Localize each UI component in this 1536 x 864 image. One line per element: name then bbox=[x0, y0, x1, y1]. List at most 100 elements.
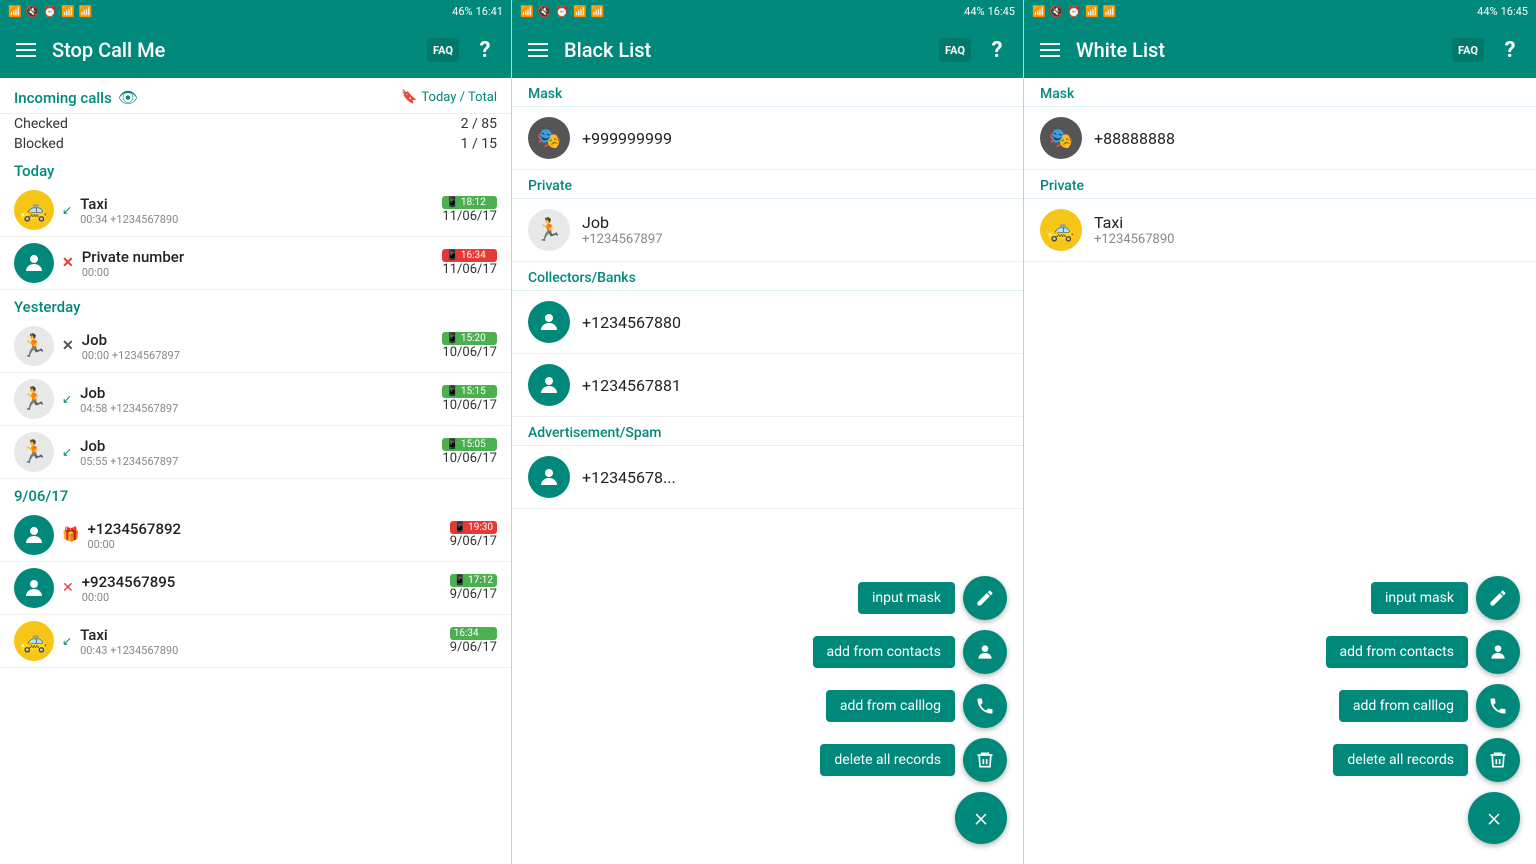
call-row-taxi-906[interactable]: 🚕 ↙ Taxi 00:43 +1234567890 16:34 9/06/17 bbox=[0, 615, 511, 668]
status-info-right-2: 44% 16:45 bbox=[964, 5, 1015, 18]
call-name-job-2: Job bbox=[80, 384, 434, 402]
input-mask-icon-btn-2[interactable] bbox=[963, 576, 1007, 620]
avatar-taxi-906: 🚕 bbox=[14, 621, 54, 661]
call-info-taxi-1: Taxi 00:34 +1234567890 bbox=[80, 195, 434, 226]
add-calllog-button-2[interactable]: add from calllog bbox=[826, 690, 955, 722]
status-icons-left-2: 📶 🔇 ⏰ 📶 📶 bbox=[520, 5, 605, 18]
add-contacts-icon-btn-3[interactable] bbox=[1476, 630, 1520, 674]
call-row-taxi-today[interactable]: 🚕 ↙ Taxi 00:34 +1234567890 📱 18:12 11/06… bbox=[0, 184, 511, 237]
call-row-num895[interactable]: ✕ +9234567895 00:00 📱 17:12 9/06/17 bbox=[0, 562, 511, 615]
list-item-880-info: +1234567880 bbox=[582, 313, 1007, 332]
section-ads-bl: Advertisement/Spam bbox=[512, 417, 1023, 446]
list-item-ads[interactable]: +12345678... bbox=[512, 446, 1023, 509]
call-sub-895: 00:00 bbox=[82, 591, 442, 604]
avatar-num892 bbox=[14, 515, 54, 555]
delete-all-button-2[interactable]: delete all records bbox=[820, 744, 955, 776]
section-mask-wl: Mask bbox=[1024, 78, 1536, 107]
call-date-892: 9/06/17 bbox=[450, 534, 497, 549]
section-private-bl: Private bbox=[512, 170, 1023, 199]
close-fab-btn-2[interactable]: × bbox=[955, 792, 1007, 844]
delete-all-icon-btn-3[interactable] bbox=[1476, 738, 1520, 782]
call-sub-taxi-906: 00:43 +1234567890 bbox=[80, 644, 442, 657]
badge-job-1: 📱 15:20 bbox=[442, 332, 497, 345]
call-arrow-job-3: ↙ bbox=[62, 445, 72, 459]
add-calllog-icon-btn-3[interactable] bbox=[1476, 684, 1520, 728]
screen-black-list: 📶 🔇 ⏰ 📶 📶 44% 16:45 Black List FAQ ? Mas… bbox=[512, 0, 1024, 864]
input-mask-icon-btn-3[interactable] bbox=[1476, 576, 1520, 620]
delete-all-button-3[interactable]: delete all records bbox=[1333, 744, 1468, 776]
app-title-2: Black List bbox=[564, 38, 927, 62]
alarm-icon-3: ⏰ bbox=[1067, 5, 1081, 18]
faq-icon[interactable]: FAQ bbox=[427, 38, 459, 62]
call-row-job-3[interactable]: 🏃 ↙ Job 05:55 +1234567897 📱 15:05 10/06/… bbox=[0, 426, 511, 479]
list-item-mask[interactable]: 🎭 +999999999 bbox=[512, 107, 1023, 170]
status-icons-left: 📶 🔇 ⏰ 📶 📶 bbox=[8, 5, 93, 18]
list-item-mask-wl-info: +88888888 bbox=[1094, 129, 1520, 148]
input-mask-button-2[interactable]: input mask bbox=[858, 582, 955, 614]
call-date-private: 11/06/17 bbox=[442, 262, 497, 277]
add-calllog-button-3[interactable]: add from calllog bbox=[1339, 690, 1468, 722]
call-row-job-1[interactable]: 🏃 ✕ Job 00:00 +1234567897 📱 15:20 10/06/… bbox=[0, 320, 511, 373]
list-item-mask-wl[interactable]: 🎭 +88888888 bbox=[1024, 107, 1536, 170]
add-contacts-button-2[interactable]: add from contacts bbox=[813, 636, 955, 668]
menu-icon[interactable] bbox=[12, 36, 40, 64]
alarm-icon: ⏰ bbox=[43, 5, 57, 18]
alarm-icon-2: ⏰ bbox=[555, 5, 569, 18]
call-time-job-1: 📱 15:20 10/06/17 bbox=[442, 332, 497, 360]
call-row-private[interactable]: ✕ Private number 00:00 📱 16:34 11/06/17 bbox=[0, 237, 511, 290]
section-mask-bl: Mask bbox=[512, 78, 1023, 107]
bookmark-icon: 🔖 bbox=[401, 90, 417, 105]
call-info-taxi-906: Taxi 00:43 +1234567890 bbox=[80, 626, 442, 657]
list-item-taxi-wl[interactable]: 🚕 Taxi +1234567890 bbox=[1024, 199, 1536, 262]
battery-text: 46% bbox=[452, 5, 472, 18]
section-today: Today bbox=[0, 154, 511, 184]
badge-taxi-1: 📱 18:12 bbox=[442, 196, 497, 209]
menu-icon-2[interactable] bbox=[524, 36, 552, 64]
today-total-text: Today / Total bbox=[421, 90, 497, 105]
add-calllog-icon-btn-2[interactable] bbox=[963, 684, 1007, 728]
incoming-label: Incoming calls 👁 bbox=[14, 88, 138, 107]
avatar-num895 bbox=[14, 568, 54, 608]
delete-all-icon-btn-2[interactable] bbox=[963, 738, 1007, 782]
avatar-881 bbox=[528, 364, 570, 406]
add-contacts-icon-btn-2[interactable] bbox=[963, 630, 1007, 674]
list-item-taxi-wl-name: Taxi bbox=[1094, 213, 1520, 232]
x-icon-895: ✕ bbox=[62, 580, 74, 596]
app-title-3: White List bbox=[1076, 38, 1440, 62]
fab-row-calllog-2: add from calllog bbox=[826, 684, 1007, 728]
list-item-880[interactable]: +1234567880 bbox=[512, 291, 1023, 354]
app-bar-3: White List FAQ ? bbox=[1024, 22, 1536, 78]
content-3: Mask 🎭 +88888888 Private 🚕 Taxi +1234567… bbox=[1024, 78, 1536, 864]
help-icon-2[interactable]: ? bbox=[983, 36, 1011, 64]
close-fab-btn-3[interactable]: × bbox=[1468, 792, 1520, 844]
input-mask-button-3[interactable]: input mask bbox=[1371, 582, 1468, 614]
status-bar-2: 📶 🔇 ⏰ 📶 📶 44% 16:45 bbox=[512, 0, 1023, 22]
list-item-881[interactable]: +1234567881 bbox=[512, 354, 1023, 417]
screen-white-list: 📶 🔇 ⏰ 📶 📶 44% 16:45 White List FAQ ? Mas… bbox=[1024, 0, 1536, 864]
fab-row-contacts-2: add from contacts bbox=[813, 630, 1007, 674]
mute-icon-3: 🔇 bbox=[1050, 5, 1064, 18]
fab-row-calllog-3: add from calllog bbox=[1339, 684, 1520, 728]
content-1: Incoming calls 👁 🔖 Today / Total Checked… bbox=[0, 78, 511, 864]
list-item-881-number: +1234567881 bbox=[582, 376, 1007, 395]
list-item-job-bl[interactable]: 🏃 Job +1234567897 bbox=[512, 199, 1023, 262]
menu-icon-3[interactable] bbox=[1036, 36, 1064, 64]
faq-icon-3[interactable]: FAQ bbox=[1452, 38, 1484, 62]
list-item-880-number: +1234567880 bbox=[582, 313, 1007, 332]
call-date-taxi-1: 11/06/17 bbox=[442, 209, 497, 224]
app-bar-2: Black List FAQ ? bbox=[512, 22, 1023, 78]
call-name-892: +1234567892 bbox=[87, 520, 441, 538]
add-contacts-button-3[interactable]: add from contacts bbox=[1326, 636, 1468, 668]
fab-row-close-2: × bbox=[955, 792, 1007, 844]
list-item-taxi-wl-sub: +1234567890 bbox=[1094, 232, 1520, 247]
section-private-wl: Private bbox=[1024, 170, 1536, 199]
help-icon-3[interactable]: ? bbox=[1496, 36, 1524, 64]
call-row-num892[interactable]: 🎁 +1234567892 00:00 📱 19:30 9/06/17 bbox=[0, 509, 511, 562]
call-row-job-2[interactable]: 🏃 ↙ Job 04:58 +1234567897 📱 15:15 10/06/… bbox=[0, 373, 511, 426]
section-collectors-bl: Collectors/Banks bbox=[512, 262, 1023, 291]
call-info-895: +9234567895 00:00 bbox=[82, 573, 442, 604]
avatar-mask-wl: 🎭 bbox=[1040, 117, 1082, 159]
call-date-taxi-906: 9/06/17 bbox=[450, 640, 497, 655]
help-icon[interactable]: ? bbox=[471, 36, 499, 64]
faq-icon-2[interactable]: FAQ bbox=[939, 38, 971, 62]
